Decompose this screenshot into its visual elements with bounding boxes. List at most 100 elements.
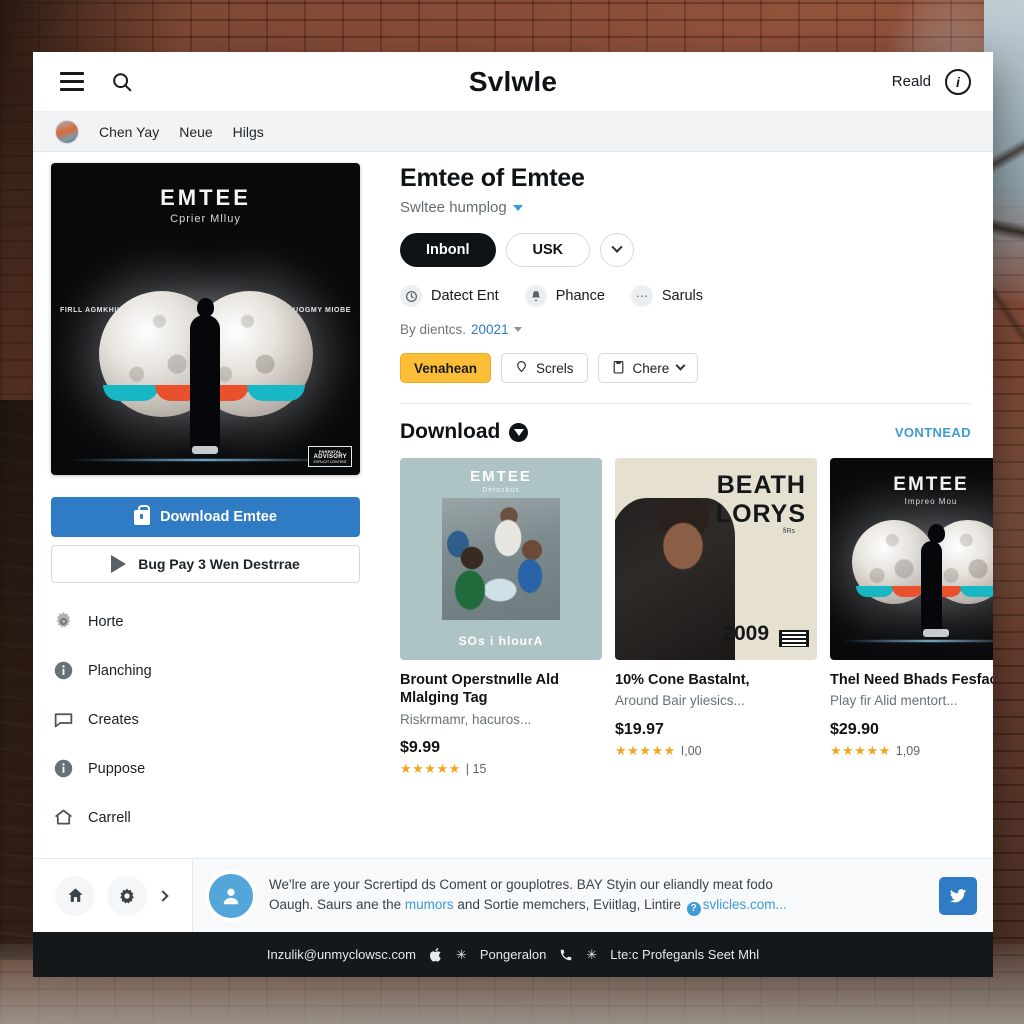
product-rating[interactable]: ★★★★★ I,00	[615, 743, 817, 759]
chat-bubble-icon	[53, 709, 74, 730]
subnav-item-2[interactable]: Hilgs	[233, 124, 264, 140]
footer-email[interactable]: Inzulik@unmyclowsc.com	[267, 947, 416, 962]
thumb-subtitle: Detozbus	[482, 487, 520, 494]
product-rating[interactable]: ★★★★★ | 15	[400, 761, 602, 777]
lock-icon	[134, 504, 151, 525]
content-subtitle: Swltee humplog	[400, 199, 507, 216]
pill-more-button[interactable]	[600, 233, 635, 267]
sidebar-item-label: Carrell	[88, 809, 131, 826]
bottom-bar: We'lre are your Scrertipd ds Coment or g…	[33, 858, 993, 932]
play-preview-label: Bug Pay 3 Wen Destrrae	[138, 556, 300, 572]
caret-down-icon	[513, 327, 522, 332]
asterisk-icon: ✳	[455, 946, 467, 962]
line2-part-b: and Sortie memchers, Eviitlag, Lintire	[453, 897, 685, 913]
site-url-link[interactable]: svlicles.com...	[703, 897, 787, 912]
venahean-button[interactable]: Venahean	[400, 353, 492, 383]
pill-inbonl[interactable]: Inbonl	[400, 233, 496, 267]
meta-datect-ent[interactable]: Datect Ent	[400, 285, 499, 307]
advisory-bottom: EXPLICIT CONTENT	[313, 460, 347, 464]
product-description: Riskrmamr, hacuros...	[400, 711, 532, 727]
chevron-down-icon	[611, 241, 623, 253]
product-title: 10% Cone Bastalnt,	[615, 672, 750, 688]
avatar[interactable]	[55, 119, 79, 144]
product-card[interactable]: BEATH LORYS fiRs 2009 10% Cone Bastalnt,…	[615, 458, 817, 777]
product-thumbnail[interactable]: EMTEE Impreo Mou	[830, 458, 993, 660]
chere-button[interactable]: Chere	[597, 353, 699, 383]
mumors-link[interactable]: mumors	[405, 897, 454, 912]
sidebar-item-label: Puppose	[88, 760, 146, 777]
sidebar-item-creates[interactable]: Creates	[51, 695, 360, 744]
product-title: Brount Operstnиlle Ald Mlalging Tag	[400, 672, 560, 707]
rating-count: I,00	[680, 743, 702, 758]
product-title: Thel Need Bhads Fesfacle	[830, 672, 993, 688]
product-card[interactable]: EMTEE Impreo Mou Thel Need Bhads Fesfacl…	[830, 458, 993, 777]
twitter-bird-icon[interactable]	[939, 876, 977, 915]
home-icon	[53, 807, 74, 828]
product-description: Play fir Alid mentort...	[830, 693, 958, 709]
album-cover-art: EMTEE Cprier Mlluy FIRLL AGMKHIKZHY OLUO…	[51, 163, 360, 475]
main-content: Emtee of Emtee Swltee humplog Inbonl USK	[378, 152, 993, 858]
byline[interactable]: By dientcs. 20021	[400, 322, 971, 337]
sidebar-item-label: Planching	[88, 662, 152, 679]
color-accent-1	[856, 586, 894, 597]
product-price: $29.90	[830, 720, 879, 738]
vontnead-link[interactable]: VONTNEAD	[895, 425, 971, 440]
meta-saruls[interactable]: ⋯ Saruls	[630, 285, 703, 307]
subnav-item-1[interactable]: Neue	[179, 124, 212, 140]
content-subtitle-row[interactable]: Swltee humplog	[400, 199, 971, 216]
left-sidebar: EMTEE Cprier Mlluy FIRLL AGMKHIKZHY OLUO…	[33, 152, 378, 858]
meta-label: Phance	[555, 288, 605, 304]
person-silhouette	[921, 524, 949, 637]
main-body: EMTEE Cprier Mlluy FIRLL AGMKHIKZHY OLUO…	[33, 152, 993, 858]
footer-bar: Inzulik@unmyclowsc.com ✳ Pongeralon ✳ Lt…	[33, 932, 993, 977]
sidebar-item-puppose[interactable]: Puppose	[51, 744, 360, 793]
bottom-bar-text: We'lre are your Scrertipd ds Coment or g…	[269, 875, 923, 916]
asterisk-icon: ✳	[586, 946, 598, 962]
app-window: Svlwle Reald i Chen Yay Neue Hilgs EMTEE…	[33, 52, 993, 932]
hamburger-menu-icon[interactable]	[55, 65, 89, 99]
product-card[interactable]: EMTEE Detozbus SOs i hlourA Brount Opers…	[400, 458, 602, 777]
secondary-nav-bar: Chen Yay Neue Hilgs	[33, 112, 993, 152]
meta-phance[interactable]: Phance	[524, 285, 605, 307]
bottom-bar-line1: We'lre are your Scrertipd ds Coment or g…	[269, 877, 773, 893]
download-section-title-group: Download	[400, 420, 529, 444]
play-preview-button[interactable]: Bug Pay 3 Wen Destrrae	[51, 545, 360, 583]
product-rating[interactable]: ★★★★★ 1,09	[830, 743, 993, 759]
subnav-item-0[interactable]: Chen Yay	[99, 124, 159, 140]
footer-label-1[interactable]: Pongeralon	[480, 947, 547, 962]
apple-icon	[429, 947, 443, 963]
header-right-label[interactable]: Reald	[892, 73, 931, 90]
question-circle-icon[interactable]: ?	[686, 901, 701, 916]
home-icon[interactable]	[55, 875, 95, 916]
product-description: Around Bair yliesics...	[615, 693, 745, 709]
screls-button[interactable]: Screls	[501, 353, 588, 383]
thumb-photo	[442, 498, 560, 620]
sidebar-item-carrell[interactable]: Carrell	[51, 793, 360, 842]
gear-icon[interactable]	[107, 875, 147, 916]
horizon-line	[69, 459, 342, 461]
color-accent-4	[960, 586, 993, 597]
product-price: $19.97	[615, 720, 664, 738]
pill-usk[interactable]: USK	[505, 233, 591, 267]
search-icon[interactable]	[105, 65, 139, 99]
product-thumbnail[interactable]: BEATH LORYS fiRs 2009	[615, 458, 817, 660]
sidebar-item-horte[interactable]: Horte	[51, 597, 360, 646]
thumb-bottom-text: SOs i hlourA	[458, 634, 544, 648]
album-subtitle: Cprier Mlluy	[170, 213, 241, 225]
person-silhouette	[190, 298, 220, 454]
sidebar-item-planching[interactable]: Planching	[51, 646, 360, 695]
download-emtee-button[interactable]: Download Emtee	[51, 497, 360, 537]
chevron-down-icon	[512, 204, 523, 211]
sidebar-item-label: Creates	[88, 711, 139, 728]
chevron-right-icon[interactable]	[157, 889, 169, 902]
chevron-down-icon	[675, 360, 686, 371]
product-thumbnail[interactable]: EMTEE Detozbus SOs i hlourA	[400, 458, 602, 660]
download-section-title: Download	[400, 420, 501, 443]
product-card-list: EMTEE Detozbus SOs i hlourA Brount Opers…	[400, 458, 993, 777]
thumb-subtitle: Impreo Mou	[904, 497, 958, 506]
sidebar-nav-list: Horte Planching Creates Puppose Carrell	[51, 597, 360, 842]
footer-label-2[interactable]: Lte:c Profeganls Seet Mhl	[610, 947, 759, 962]
info-circle-icon[interactable]: i	[945, 68, 971, 95]
clipboard-icon	[612, 360, 625, 377]
chere-label: Chere	[632, 360, 670, 376]
